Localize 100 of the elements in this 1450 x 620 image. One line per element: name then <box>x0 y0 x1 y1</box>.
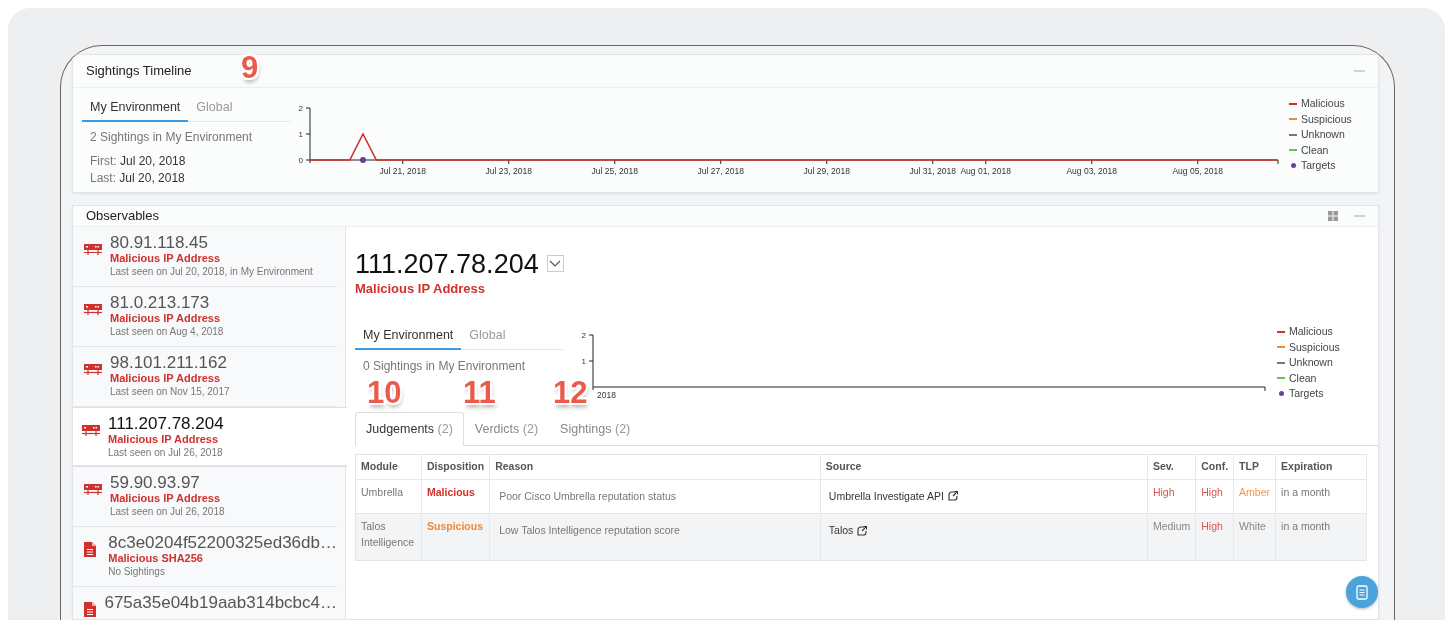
column-header: Disposition <box>421 454 490 479</box>
observable-item[interactable]: 81.0.213.173 Malicious IP Address Last seen on Aug 4, 2018 <box>73 286 337 347</box>
tick-label: Jul 31, 2018 <box>909 166 956 176</box>
table-cell: in a month <box>1275 479 1367 514</box>
grid-icon[interactable] <box>1328 210 1338 221</box>
server-icon <box>84 243 102 255</box>
observable-type: Malicious IP Address <box>108 432 220 446</box>
server-icon <box>84 483 102 495</box>
date-line: Last: Jul 20, 2018 <box>89 169 186 187</box>
table-cell: Medium <box>1147 513 1196 561</box>
observable-item[interactable]: 675a35e04b19aab314bcbc4… <box>73 586 337 619</box>
notepad-icon <box>1356 584 1368 600</box>
callout-number: 10 <box>367 377 402 408</box>
tick-label: Aug 03, 2018 <box>1066 166 1118 176</box>
callout-number: 9 <box>241 52 259 83</box>
callout-number: 11 <box>463 377 496 408</box>
observable-item[interactable]: 80.91.118.45 Malicious IP Address Last seen on Jul 20, 2018, in My Environment <box>73 226 337 287</box>
table-cell: Amber <box>1233 479 1276 514</box>
observable-type: Malicious IP Address <box>355 279 487 298</box>
panel-title: Observables <box>86 207 159 225</box>
legend-label: Targets <box>1289 386 1324 401</box>
observable-type: Malicious IP Address <box>110 311 222 325</box>
observable-value: 98.101.211.162 <box>110 352 228 372</box>
observable-item[interactable]: 98.101.211.162 Malicious IP Address Last seen on Nov 15, 2017 <box>73 346 337 407</box>
external-link-icon <box>857 526 868 537</box>
tick-label: 0 <box>298 156 303 165</box>
column-header: Source <box>820 454 1148 479</box>
table-cell: High <box>1147 479 1196 514</box>
column-header: Reason <box>489 454 821 479</box>
column-header: Expiration <box>1275 454 1367 479</box>
external-link-icon <box>947 491 958 502</box>
panel-title: Sightings Timeline <box>86 62 192 81</box>
tab[interactable]: Judgements (2) <box>355 412 464 446</box>
table-cell: White <box>1233 513 1276 561</box>
tick-label: 1 <box>298 130 303 139</box>
observable-type: Malicious IP Address <box>110 491 222 505</box>
date-line: First: Jul 20, 2018 <box>89 152 187 170</box>
source-link[interactable]: Talos <box>828 523 868 539</box>
tab[interactable]: My Environment <box>82 96 189 122</box>
table-cell: Low Talos Intelligence reputation score <box>489 513 821 561</box>
observable-type: Malicious SHA256 <box>108 551 204 565</box>
legend-label: Clean <box>1301 142 1329 158</box>
server-icon <box>82 424 100 436</box>
tick-label: Jul 27, 2018 <box>697 166 744 176</box>
dropdown-button[interactable] <box>546 255 564 272</box>
table-cell: Suspicious <box>421 513 490 561</box>
tick-label: Jul 23, 2018 <box>485 166 532 176</box>
table-cell: in a month <box>1275 513 1367 561</box>
table-cell: Malicious <box>421 479 490 514</box>
source-link[interactable]: Umbrella Investigate API <box>828 488 958 505</box>
observable-value: 675a35e04b19aab314bcbc4… <box>104 592 337 612</box>
last-seen-text: No Sightings <box>108 564 166 578</box>
last-seen-text: Last seen on Jul 26, 2018 <box>110 504 225 518</box>
observable-value: 81.0.213.173 <box>110 292 211 312</box>
sightings-summary: 0 Sightings in My Environment <box>362 357 527 375</box>
legend-label: Suspicious <box>1289 339 1340 355</box>
server-icon <box>84 363 102 375</box>
minimize-icon[interactable] <box>1354 212 1365 219</box>
observable-value: 111.207.78.204 <box>108 413 224 433</box>
last-seen-text: Last seen on Jul 20, 2018, in My Environment <box>110 264 313 278</box>
legend-label: Suspicious <box>1301 111 1352 127</box>
observable-item[interactable]: 59.90.93.97 Malicious IP Address Last seen on Jul 26, 2018 <box>73 466 337 527</box>
observable-value: 59.90.93.97 <box>110 472 201 492</box>
column-header: TLP <box>1233 454 1276 479</box>
sightings-summary: 2 Sightings in My Environment <box>89 128 254 146</box>
column-header: Conf. <box>1195 454 1234 479</box>
column-header: Module <box>355 454 422 479</box>
legend-label: Targets <box>1301 158 1336 173</box>
tick-label: Jul 25, 2018 <box>591 166 638 176</box>
legend-label: Clean <box>1289 370 1317 386</box>
last-seen-text: Last seen on Nov 15, 2017 <box>110 384 230 398</box>
observable-type: Malicious IP Address <box>110 251 222 265</box>
document-icon <box>84 541 96 557</box>
y-axis <box>305 107 311 164</box>
tick-label: 2 <box>298 104 303 113</box>
last-seen-text: Last seen on Jul 26, 2018 <box>108 445 224 459</box>
caret-icon <box>549 260 562 267</box>
table-cell: Umbrella <box>355 479 422 514</box>
last-seen-text: Last seen on Aug 4, 2018 <box>110 324 224 338</box>
target-point <box>360 157 366 163</box>
observable-type: Malicious IP Address <box>110 371 222 385</box>
legend-label: Unknown <box>1289 355 1333 370</box>
tick-label: Jul 21, 2018 <box>379 166 426 176</box>
table-cell: Poor Cisco Umbrella reputation status <box>489 479 821 514</box>
tab[interactable]: Sightings (2) <box>549 412 642 446</box>
minimize-icon[interactable] <box>1354 68 1365 74</box>
observable-item[interactable]: 8c3e0204f52200325ed36db… Malicious SHA256 No Sightings <box>73 526 337 587</box>
server-icon <box>84 303 102 315</box>
legend-label: Malicious <box>1289 324 1333 339</box>
tick-label: Aug 05, 2018 <box>1172 166 1224 176</box>
tab[interactable]: My Environment <box>355 324 462 350</box>
table-cell: Talos Intelligence <box>355 513 422 561</box>
observable-item[interactable]: 111.207.78.204 Malicious IP Address Last seen on Jul 26, 2018 <box>73 406 347 467</box>
table-cell: High <box>1195 513 1234 561</box>
table-cell: High <box>1195 479 1234 514</box>
column-header: Sev. <box>1147 454 1196 479</box>
legend-label: Unknown <box>1301 127 1345 142</box>
legend-label: Malicious <box>1301 96 1345 111</box>
tab[interactable]: Verdicts (2) <box>463 412 550 446</box>
tick-label: Jul 29, 2018 <box>803 166 850 176</box>
